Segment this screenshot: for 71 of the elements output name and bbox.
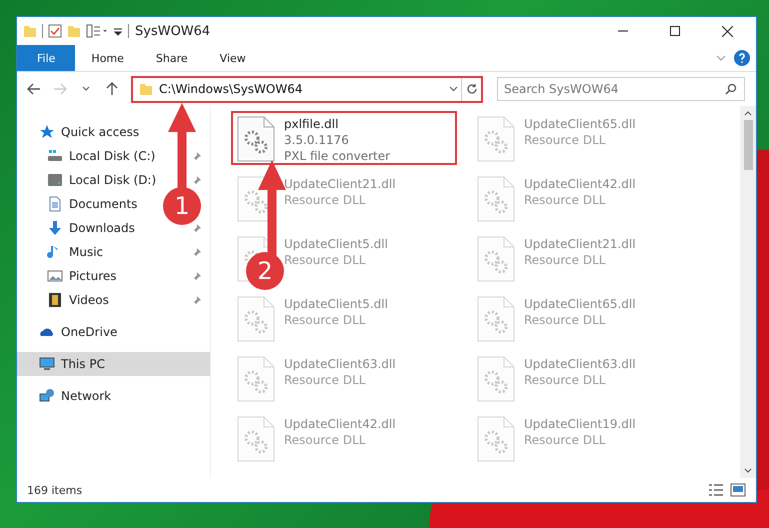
ribbon-tab[interactable]: View — [204, 45, 262, 71]
scroll-up-icon[interactable] — [744, 110, 752, 116]
download-arrow-icon — [47, 220, 63, 236]
ribbon-tab[interactable]: Home — [75, 45, 140, 71]
nav-item[interactable]: Documents — [47, 196, 138, 212]
monitor-icon — [39, 356, 55, 372]
search-icon — [725, 83, 737, 95]
settings-file-icon — [236, 356, 276, 402]
file-detail: PXL file converter — [284, 148, 390, 164]
up-arrow-icon — [106, 82, 118, 96]
file-detail: Resource DLL — [524, 252, 606, 268]
settings-file-icon — [476, 116, 516, 162]
file-name[interactable]: pxlfile.dll — [284, 116, 390, 132]
checklist-icon[interactable] — [48, 24, 62, 38]
file-detail: Resource DLL — [284, 372, 366, 388]
file-detail: Resource DLL — [284, 192, 366, 208]
properties-icon[interactable] — [86, 24, 108, 38]
settings-file-icon — [236, 296, 276, 342]
file-detail: 3.5.0.1176 — [284, 132, 350, 148]
forward-arrow-icon — [53, 83, 67, 95]
file-detail: Resource DLL — [524, 192, 606, 208]
address-field[interactable]: C:\Windows\SysWOW64 — [131, 76, 483, 102]
settings-file-icon — [476, 176, 516, 222]
help-icon[interactable] — [734, 50, 750, 66]
settings-file-icon — [236, 416, 276, 462]
nav-item[interactable]: Pictures — [47, 268, 117, 284]
chevron-icon[interactable] — [716, 53, 726, 63]
close-icon — [722, 26, 732, 36]
document-icon — [47, 196, 63, 212]
drive-icon — [47, 148, 63, 164]
drive-icon — [47, 172, 63, 188]
network-icon — [39, 388, 55, 404]
settings-file-icon — [476, 236, 516, 282]
nav-item[interactable]: Local Disk (C:) — [47, 148, 156, 164]
nav-item[interactable]: Downloads — [47, 220, 135, 236]
scrollbar[interactable] — [740, 106, 756, 478]
file-detail: Resource DLL — [284, 252, 366, 268]
picture-icon — [47, 268, 63, 284]
file-detail: Resource DLL — [524, 372, 606, 388]
file-detail: Resource DLL — [524, 132, 606, 148]
nav-item[interactable]: Local Disk (D:) — [47, 172, 156, 188]
scroll-thumb[interactable] — [744, 120, 752, 170]
window-title: SysWOW64 — [135, 24, 212, 38]
maximize-icon — [670, 26, 680, 36]
settings-file-icon — [476, 296, 516, 342]
nav-item[interactable]: Network — [39, 388, 112, 404]
caret-icon — [82, 86, 90, 92]
folder-icon — [139, 82, 153, 96]
back-arrow-icon — [27, 83, 41, 95]
nav-item[interactable]: Quick access — [39, 124, 140, 140]
details-view-icon[interactable] — [708, 483, 724, 497]
file-detail: Resource DLL — [284, 312, 366, 328]
large-icons-view-icon[interactable] — [730, 483, 746, 497]
search-field[interactable]: Search SysWOW64 — [497, 77, 745, 101]
ribbon-tab[interactable]: Share — [140, 45, 204, 71]
nav-item[interactable]: Videos — [47, 292, 109, 308]
scroll-down-icon[interactable] — [744, 468, 752, 474]
refresh-icon — [466, 83, 478, 95]
film-icon — [47, 292, 63, 308]
settings-file-icon — [476, 356, 516, 402]
file-detail: Resource DLL — [524, 312, 606, 328]
nav-item[interactable]: Music — [47, 244, 104, 260]
star-icon — [39, 124, 55, 140]
item-count: 169 items — [27, 484, 82, 496]
settings-file-icon — [236, 116, 276, 162]
settings-file-icon — [476, 416, 516, 462]
nav-item[interactable]: OneDrive — [39, 324, 118, 340]
file-detail: Resource DLL — [284, 432, 366, 448]
file-detail: Resource DLL — [524, 432, 606, 448]
caret-icon[interactable] — [448, 86, 458, 92]
ribbon-tab[interactable]: File — [17, 45, 76, 71]
